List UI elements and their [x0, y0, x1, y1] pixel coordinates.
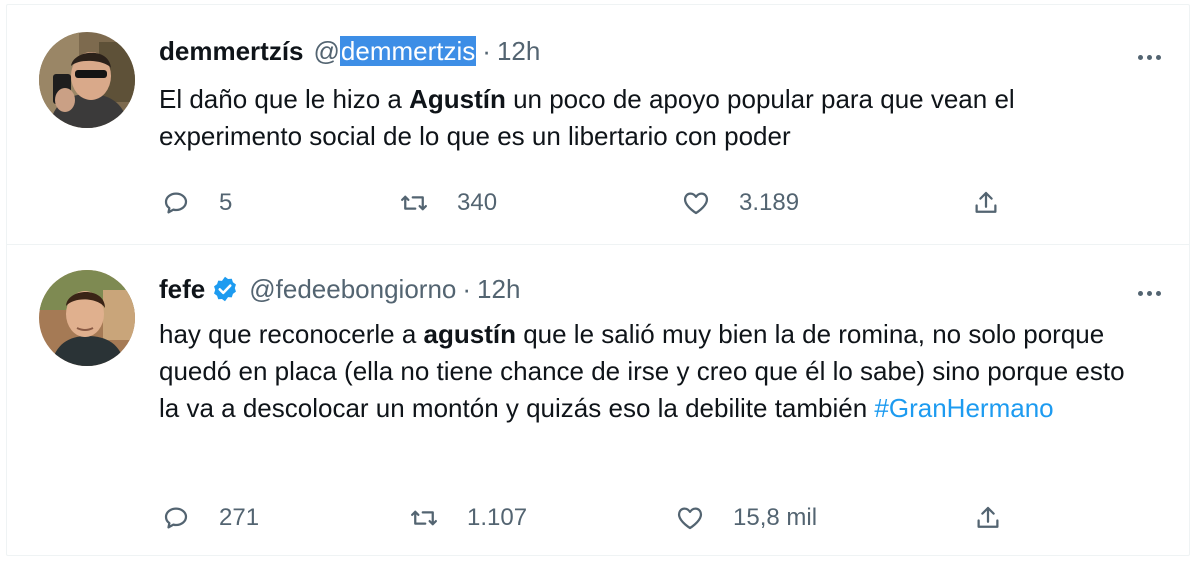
reply-icon — [164, 507, 188, 529]
like-count: 15,8 mil — [733, 504, 818, 531]
tweet-text-mention-bold: agustín — [423, 319, 516, 349]
avatar-photo-icon — [39, 32, 135, 128]
reply-button[interactable]: 271 — [161, 498, 259, 538]
tweet-text: El daño que le hizo a Agustín un poco de… — [159, 81, 1149, 155]
like-icon — [683, 192, 709, 215]
retweet-icon — [411, 510, 437, 526]
user-handle[interactable]: @demmertzis — [314, 35, 477, 67]
reply-count: 271 — [219, 504, 260, 531]
tweet-header: fefe @fedeebongiorno · 12h — [159, 273, 1129, 305]
timestamp[interactable]: 12h — [477, 273, 520, 305]
handle-selected-text: demmertzis — [339, 36, 477, 66]
user-handle[interactable]: @fedeebongiorno — [249, 273, 456, 305]
like-button[interactable]: 15,8 mil — [675, 498, 817, 538]
like-count: 3.189 — [739, 189, 800, 216]
avatar[interactable] — [39, 32, 135, 128]
more-options-button[interactable] — [1131, 47, 1167, 67]
retweet-icon — [401, 195, 427, 211]
retweet-button[interactable]: 340 — [399, 183, 497, 223]
tweet[interactable]: fefe @fedeebongiorno · 12h hay que recon… — [7, 245, 1189, 555]
verified-badge-icon — [211, 275, 239, 303]
avatar-photo-icon — [39, 270, 135, 366]
more-options-button[interactable] — [1131, 283, 1167, 303]
display-name[interactable]: fefe — [159, 273, 205, 305]
share-icon — [977, 506, 999, 528]
tweet-text: hay que reconocerle a agustín que le sal… — [159, 316, 1149, 427]
tweet-text-mention-bold: Agustín — [409, 84, 506, 114]
tweet-actions: 5 340 3.189 — [159, 183, 1019, 223]
more-icon — [1137, 54, 1143, 60]
tweet-text-segment: El daño que le hizo a — [159, 84, 410, 114]
like-icon — [677, 507, 703, 530]
reply-icon — [164, 192, 188, 214]
tweet[interactable]: demmertzís @demmertzis · 12h El daño que… — [7, 5, 1189, 245]
share-button[interactable] — [971, 183, 1001, 223]
share-icon — [975, 191, 997, 213]
share-button[interactable] — [973, 498, 1003, 538]
reply-count: 5 — [219, 189, 233, 216]
display-name[interactable]: demmertzís — [159, 35, 304, 67]
dot-separator: · — [482, 36, 491, 66]
avatar[interactable] — [39, 270, 135, 366]
tweet-header: demmertzís @demmertzis · 12h — [159, 35, 1129, 67]
tweet-actions: 271 1.107 15,8 mil — [159, 498, 1019, 538]
handle-at: @ — [313, 36, 340, 66]
timestamp[interactable]: 12h — [497, 35, 540, 67]
dot-separator: · — [462, 274, 472, 304]
more-icon — [1137, 290, 1143, 296]
retweet-button[interactable]: 1.107 — [409, 498, 527, 538]
retweet-count: 340 — [457, 189, 498, 216]
timeline-feed: demmertzís @demmertzis · 12h El daño que… — [6, 4, 1190, 556]
reply-button[interactable]: 5 — [161, 183, 232, 223]
retweet-count: 1.107 — [467, 504, 528, 531]
like-button[interactable]: 3.189 — [681, 183, 799, 223]
hashtag-link[interactable]: #GranHermano — [874, 393, 1053, 423]
tweet-text-segment: hay que reconocerle a — [159, 319, 424, 349]
